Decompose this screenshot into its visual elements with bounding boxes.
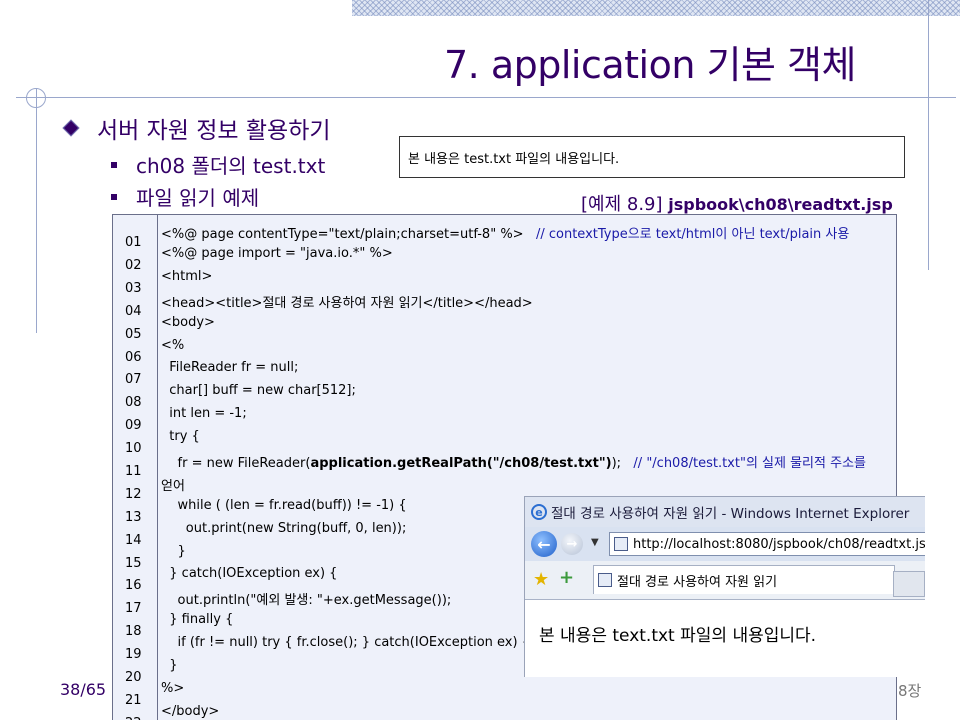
code-line: <head><title>절대 경로 사용하여 자원 읽기</title></h… [161,296,533,311]
code-line: %> [161,681,185,696]
line-number-gutter: 01 02 03 04 05 06 07 08 09 10 11 12 13 1… [113,215,158,720]
browser-tab[interactable]: 절대 경로 사용하여 자원 읽기 [593,565,895,594]
page-icon [598,573,612,587]
example-path: jspbook\ch08\readtxt.jsp [668,195,893,214]
address-url: http://localhost:8080/jspbook/ch08/readt… [633,536,925,552]
code-line: while ( (len = fr.read(buff)) != -1) { [161,498,407,513]
bullet-sub-1: ch08 폴더의 test.txt [111,150,325,179]
code-line: fr = new FileReader(application.getRealP… [161,452,866,471]
browser-tab-bar: ★ + 절대 경로 사용하여 자원 읽기 [525,561,925,600]
line-number: 12 [125,487,142,502]
example-caption: [예제 8.9] jspbook\ch08\readtxt.jsp [581,190,893,216]
line-number: 16 [125,578,142,593]
decorative-line [36,88,37,333]
new-tab-button[interactable] [893,571,925,597]
code-line: out.println("예외 발생: "+ex.getMessage()); [161,593,452,608]
browser-title-bar[interactable]: e 절대 경로 사용하여 자원 읽기 - Windows Internet Ex… [525,497,925,527]
browser-tab-title: 절대 경로 사용하여 자원 읽기 [617,574,778,590]
slide: 7. application 기본 객체 서버 자원 정보 활용하기 ch08 … [0,0,960,720]
line-number: 22 [125,716,142,720]
bullet-sub-2: 파일 읽기 예제 [111,182,259,211]
browser-page-content: 본 내용은 text.txt 파일의 내용입니다. [539,626,817,646]
line-number: 09 [125,418,142,433]
code-line: </body> [161,704,220,719]
code-line: <%@ page import = "java.io.*" %> [161,246,393,261]
decorative-line [928,0,929,270]
line-number: 07 [125,372,142,387]
history-dropdown-icon[interactable]: ▼ [591,537,599,548]
line-number: 21 [125,693,142,708]
line-number: 02 [125,258,142,273]
decorative-hatch-band [352,0,960,16]
line-number: 01 [125,235,142,250]
square-bullet-icon [111,193,117,200]
forward-arrow-icon[interactable]: → [561,533,583,555]
address-bar[interactable]: http://localhost:8080/jspbook/ch08/readt… [609,532,925,556]
code-comment: // "/ch08/test.txt"의 실제 물리적 주소를 [633,456,866,471]
bullet-main-text: 서버 자원 정보 활용하기 [97,118,331,144]
code-line: out.print(new String(buff, 0, len)); [161,521,407,536]
line-number: 05 [125,327,142,342]
chapter-label: 8장 [898,682,922,700]
bullet-sub-2-text: 파일 읽기 예제 [136,186,260,210]
line-number: 18 [125,624,142,639]
add-favorite-icon[interactable]: + [559,567,574,588]
code-text: fr = new FileReader( [161,456,311,471]
code-line: try { [161,429,200,444]
code-line: } [161,544,186,559]
slide-title: 7. application 기본 객체 [444,43,856,87]
code-line: } [161,658,178,673]
code-comment: // contextType으로 text/html이 아닌 text/plai… [535,227,850,242]
browser-window: e 절대 경로 사용하여 자원 읽기 - Windows Internet Ex… [524,496,925,677]
browser-nav-bar: ← → ▼ http://localhost:8080/jspbook/ch08… [525,527,925,561]
code-highlight: application.getRealPath("/ch08/test.txt"… [310,456,612,471]
code-line: int len = -1; [161,406,247,421]
decorative-line [16,97,956,98]
bullet-main: 서버 자원 정보 활용하기 [62,111,331,145]
line-number: 11 [125,464,142,479]
decorative-circle [26,88,46,108]
diamond-bullet-icon [62,119,80,137]
square-bullet-icon [111,161,117,168]
line-number: 04 [125,304,142,319]
browser-window-title: 절대 경로 사용하여 자원 읽기 - Windows Internet Expl… [551,506,910,522]
line-number: 13 [125,510,142,525]
code-line: <body> [161,315,215,330]
line-number: 08 [125,395,142,410]
page-number: 38/65 [60,680,107,699]
favorites-star-icon[interactable]: ★ [533,569,549,590]
line-number: 15 [125,556,142,571]
line-number: 20 [125,670,142,685]
ie-logo-icon: e [531,504,547,520]
example-label: [예제 8.9] [581,194,663,215]
line-number: 03 [125,281,142,296]
code-line: } catch(IOException ex) { [161,566,338,581]
code-line: <% [161,338,185,353]
code-line: FileReader fr = null; [161,360,299,375]
page-icon [614,537,628,551]
code-line: } finally { [161,612,234,627]
code-text: <%@ page contentType="text/plain;charset… [161,227,524,242]
code-line: <html> [161,269,213,284]
line-number: 19 [125,647,142,662]
line-number: 17 [125,601,142,616]
bullet-sub-1-text: ch08 폴더의 test.txt [136,154,326,178]
line-number: 14 [125,533,142,548]
back-arrow-icon[interactable]: ← [531,531,557,557]
code-line: <%@ page contentType="text/plain;charset… [161,223,849,242]
code-line: if (fr != null) try { fr.close(); } catc… [161,635,539,650]
line-number: 06 [125,350,142,365]
code-text: ); [611,456,622,471]
line-number: 10 [125,441,142,456]
output-text-box: 본 내용은 test.txt 파일의 내용입니다. [399,136,905,178]
code-line: char[] buff = new char[512]; [161,383,356,398]
code-line: 얻어 [161,479,185,494]
